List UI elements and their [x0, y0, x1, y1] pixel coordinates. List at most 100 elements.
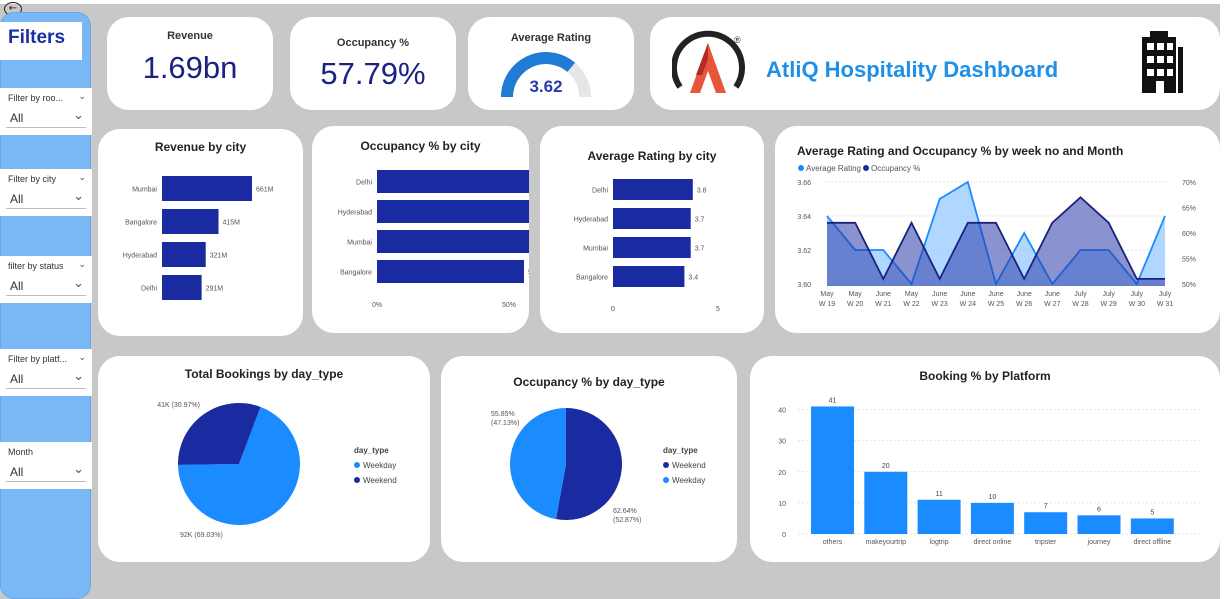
category-label: Bangalore [125, 220, 157, 227]
bar [1024, 512, 1068, 534]
data-label: 321M [210, 253, 228, 260]
tick-label: 20 [778, 470, 786, 477]
slicer-value[interactable]: All [10, 372, 23, 386]
legend-item: Occupancy % [871, 164, 920, 173]
bar [377, 230, 529, 253]
rating-gauge: 3.62 [501, 52, 591, 98]
slicer-value[interactable]: All [10, 279, 23, 293]
category-label: Hyderabad [574, 217, 608, 224]
tick-label: W 24 [960, 301, 976, 308]
tick-label: W 30 [1129, 301, 1145, 308]
chevron-down-icon[interactable]: ⌄ [73, 275, 84, 291]
legend-item: Weekend [672, 461, 706, 470]
rating-by-city-chart: Delhi 3.8 Hyderabad 3.7 Mumbai 3.7 Bangalore 3.… [574, 179, 720, 313]
bar [613, 266, 685, 287]
revenue-by-city-card: Revenue by city Mumbai 661M Bangalore 415M H… [98, 129, 303, 336]
slicer-label: Filter by roo... [8, 93, 64, 103]
category-label: tripster [1035, 539, 1057, 546]
tick-label: W 19 [819, 301, 835, 308]
series-area [827, 197, 1165, 286]
dashboard-title: AtliQ Hospitality Dashboard [766, 57, 1059, 82]
tick-label: W 31 [1157, 301, 1173, 308]
category-label: makeyourtrip [866, 539, 907, 546]
tick-label: W 23 [931, 301, 947, 308]
tick-label: June [876, 291, 891, 298]
divider [6, 481, 86, 482]
slicer-platform[interactable]: Filter by platf... ⌄ All ⌄ [0, 349, 92, 396]
tick-label: July [1131, 291, 1144, 298]
tick-label: 40 [778, 408, 786, 415]
data-label: 55.68% [528, 270, 529, 277]
slicer-status[interactable]: filter by status ⌄ All ⌄ [0, 256, 92, 303]
tick-label: W 28 [1072, 301, 1088, 308]
atliq-logo-icon: ® [672, 30, 745, 93]
chevron-down-icon[interactable]: ⌄ [73, 188, 84, 204]
slicer-city[interactable]: Filter by city ⌄ All ⌄ [0, 169, 92, 216]
slicer-label: Filter by city [8, 174, 57, 184]
data-label: 62.64% [613, 508, 637, 515]
divider [6, 208, 86, 209]
bar [613, 237, 691, 258]
chevron-down-icon[interactable]: ⌄ [78, 91, 86, 102]
divider [6, 127, 86, 128]
chevron-down-icon[interactable]: ⌄ [78, 259, 86, 270]
tick-label: May [820, 291, 834, 298]
chevron-down-icon[interactable]: ⌄ [78, 172, 86, 183]
slicer-value[interactable]: All [10, 111, 23, 125]
chevron-down-icon[interactable]: ⌄ [73, 461, 84, 477]
bar [811, 406, 854, 534]
category-label: Mumbai [132, 187, 157, 194]
data-label: 92K (69.03%) [180, 532, 223, 539]
category-label: Delhi [141, 286, 157, 293]
tick-label: 0% [372, 302, 382, 309]
bar [377, 170, 529, 193]
bar [162, 275, 202, 300]
chevron-down-icon[interactable]: ⌄ [73, 107, 84, 123]
kpi-rating-card: Average Rating 3.62 [468, 17, 634, 110]
legend-item: Weekend [363, 476, 397, 485]
slicer-room[interactable]: Filter by roo... ⌄ All ⌄ [0, 88, 92, 135]
chevron-down-icon[interactable]: ⌄ [73, 368, 84, 384]
data-label: 10 [989, 494, 997, 501]
data-label: 20 [882, 463, 890, 470]
tick-label: June [988, 291, 1003, 298]
tick-label: June [960, 291, 975, 298]
category-label: Delhi [592, 188, 608, 195]
bookings-daytype-chart: day_type Weekday Weekend 41K (30.97%) 92K (6… [157, 402, 397, 539]
category-label: Bangalore [576, 275, 608, 282]
revenue-by-city-chart: Mumbai 661M Bangalore 415M Hyderabad 321M Delh… [123, 176, 274, 300]
category-label: direct offline [1133, 539, 1171, 546]
legend-marker [798, 165, 804, 171]
tick-label: W 22 [903, 301, 919, 308]
legend-marker [663, 477, 669, 483]
slicer-month[interactable]: Month All ⌄ [0, 442, 92, 489]
legend-marker [663, 462, 669, 468]
platform-booking-card: Booking % by Platform 0 10 20 30 40 41 others 2… [750, 356, 1220, 562]
tick-label: 50% [502, 302, 516, 309]
rating-by-city-card: Average Rating by city Delhi 3.8 Hyderabad… [540, 126, 764, 333]
legend-item: Weekday [672, 476, 705, 485]
svg-text:®: ® [734, 35, 741, 45]
tick-label: W 27 [1044, 301, 1060, 308]
kpi-value: 1.69bn [142, 50, 238, 85]
data-label: 11 [935, 491, 942, 498]
occupancy-by-city-chart: Delhi60.44%Hyderabad57.98%Mumbai57.83%Ba… [338, 170, 529, 309]
legend-title: day_type [354, 446, 389, 455]
category-label: Mumbai [347, 240, 372, 247]
tick-label: 70% [1182, 180, 1196, 187]
tick-label: June [1045, 291, 1060, 298]
data-label: 3.4 [688, 275, 698, 282]
bar [1130, 518, 1174, 534]
category-label: Mumbai [583, 246, 608, 253]
occupancy-daytype-card: Occupancy % by day_type day_type Weekend W… [441, 356, 737, 562]
slicer-value[interactable]: All [10, 192, 23, 206]
tick-label: 10 [778, 501, 786, 508]
chevron-down-icon[interactable]: ⌄ [78, 352, 86, 363]
tick-label: May [905, 291, 919, 298]
weekly-trend-card: Average Rating and Occupancy % by week n… [775, 126, 1220, 333]
kpi-revenue-card: Revenue 1.69bn [107, 17, 273, 110]
legend-marker [863, 165, 869, 171]
tick-label: July [1074, 291, 1087, 298]
slicer-value[interactable]: All [10, 465, 23, 479]
occupancy-daytype-chart: day_type Weekend Weekday 55.85% (47.13%) 62.6… [491, 408, 706, 524]
